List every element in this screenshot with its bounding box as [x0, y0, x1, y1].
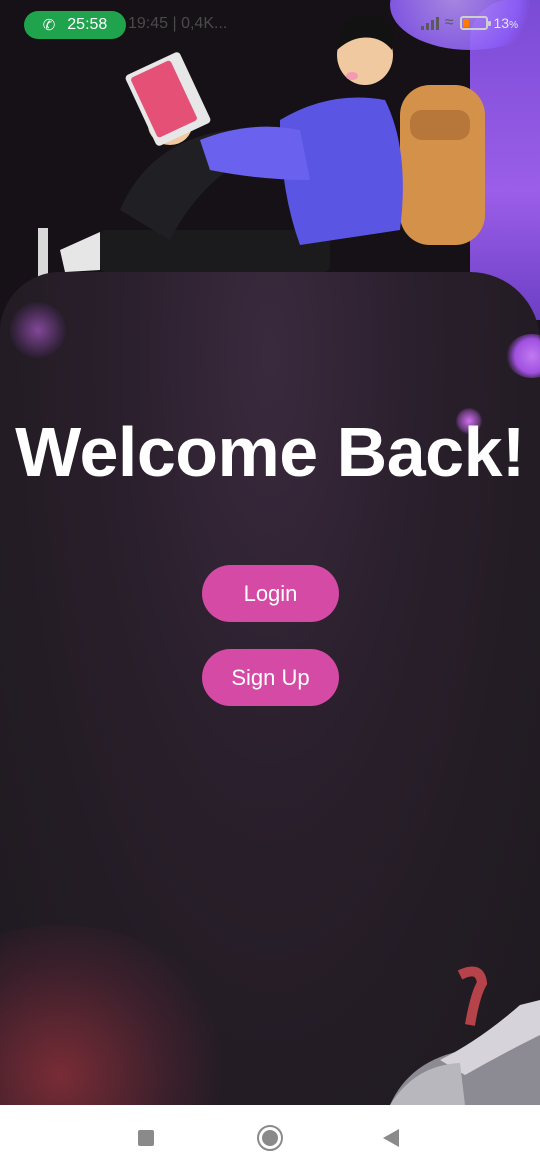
- call-timer: 25:58: [67, 16, 108, 33]
- open-book-illustration: [390, 966, 540, 1105]
- glow-bottom-left: [0, 925, 240, 1105]
- phone-icon: ✆: [42, 17, 56, 34]
- status-bar: ✆ 25:58 19:45 | 0,4K... ≈ 13%: [0, 0, 540, 50]
- signup-button[interactable]: Sign Up: [202, 649, 339, 706]
- student-reading-illustration: [38, 15, 485, 278]
- glow-orb-left: [10, 302, 66, 358]
- login-button[interactable]: Login: [202, 565, 339, 622]
- status-icons-group: ≈ 13%: [420, 14, 518, 32]
- recent-apps-icon[interactable]: [138, 1130, 154, 1146]
- signal-icon: [420, 16, 439, 30]
- battery-percent: 13%: [493, 15, 518, 31]
- wifi-icon: ≈: [444, 14, 454, 31]
- status-time-and-speed: 19:45 | 0,4K...: [128, 15, 228, 32]
- ongoing-call-pill[interactable]: ✆ 25:58: [24, 11, 126, 39]
- system-nav-bar: [0, 1105, 540, 1170]
- welcome-card: Welcome Back! Login Sign Up: [0, 272, 540, 1105]
- home-icon[interactable]: [257, 1125, 283, 1151]
- back-icon[interactable]: [383, 1129, 399, 1147]
- glow-orb-right: [506, 334, 540, 378]
- page-title: Welcome Back!: [15, 413, 525, 491]
- battery-icon: [459, 16, 491, 30]
